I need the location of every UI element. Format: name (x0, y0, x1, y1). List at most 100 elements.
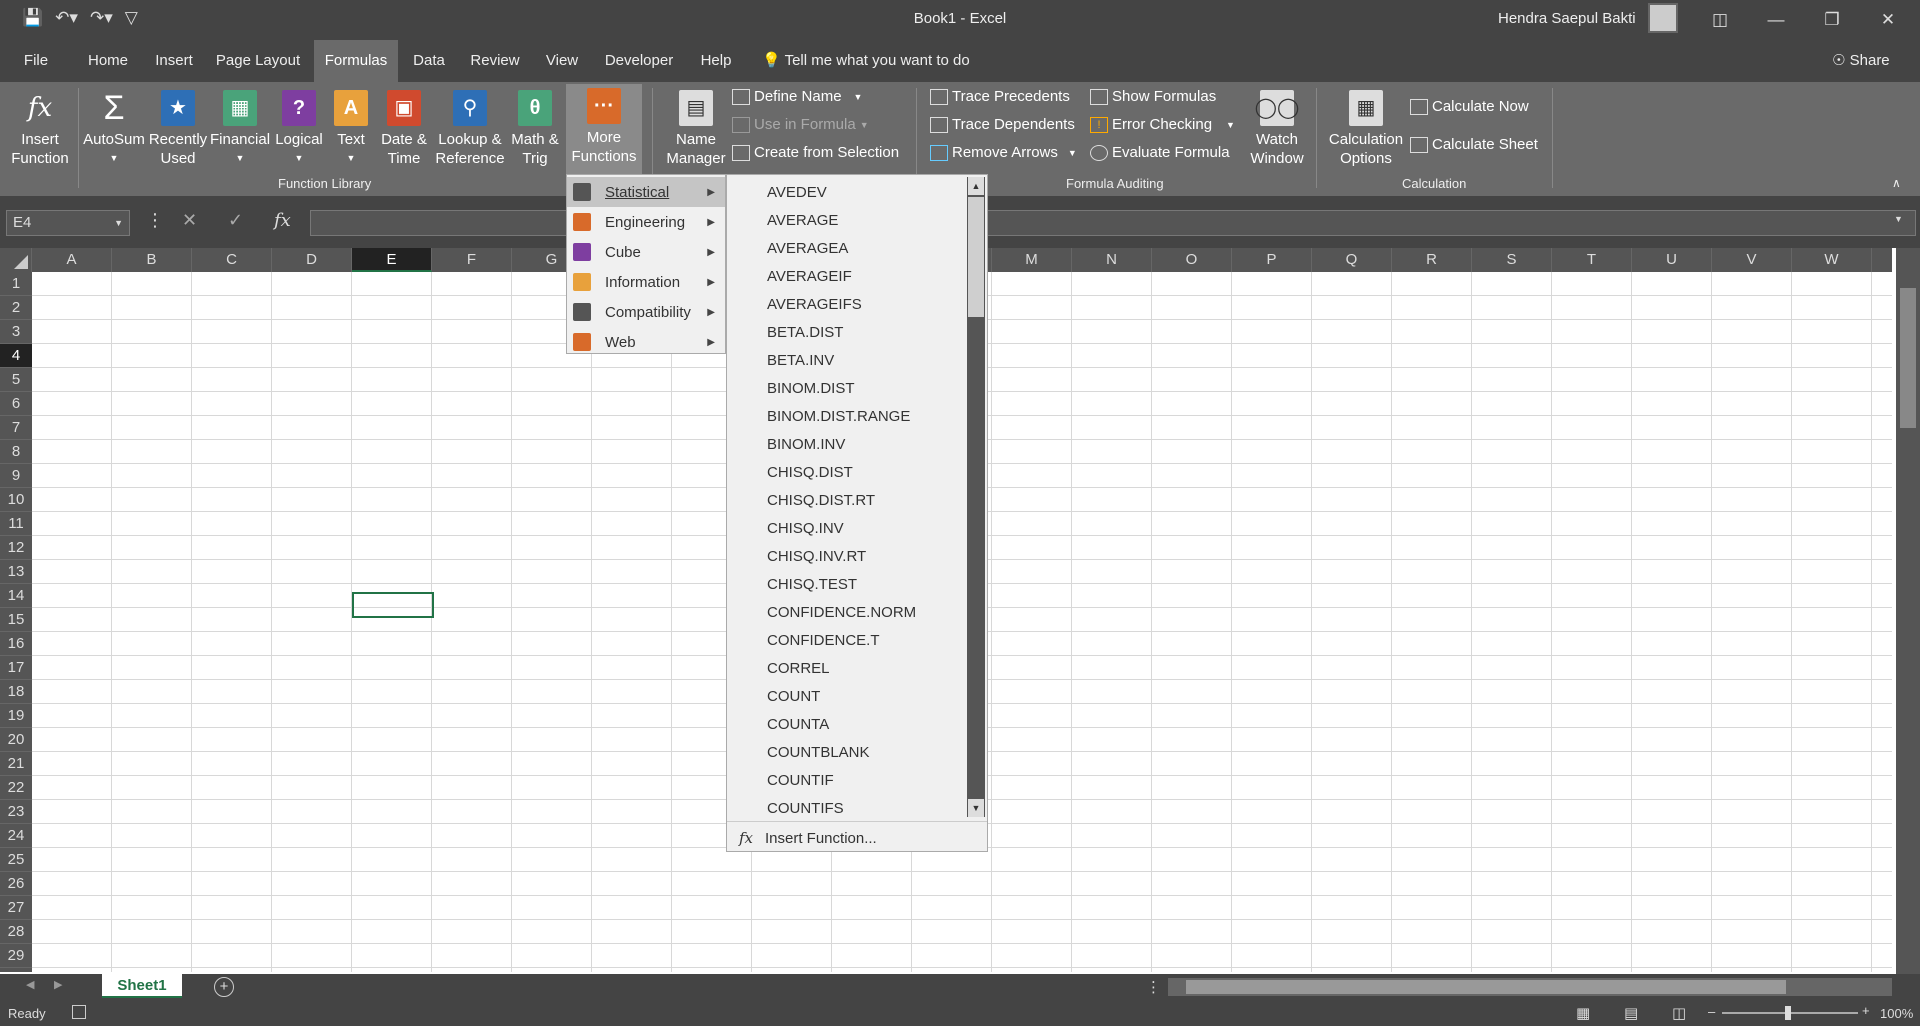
macro-record-icon[interactable] (72, 1005, 86, 1019)
scroll-left-icon[interactable]: ◀ (26, 978, 34, 991)
restore-icon[interactable]: ❐ (1812, 6, 1852, 34)
minimize-icon[interactable]: — (1756, 6, 1796, 34)
more-functions-button[interactable]: ··· More Functions (566, 84, 642, 176)
function-item[interactable]: COUNT (767, 683, 820, 711)
row-header[interactable]: 29 (0, 944, 32, 968)
row-header[interactable]: 15 (0, 608, 32, 632)
column-header[interactable]: U (1632, 248, 1712, 272)
row-header[interactable]: 25 (0, 848, 32, 872)
insert-function-menu-item[interactable]: fx Insert Function... (727, 827, 987, 849)
menu-item-cube[interactable]: Cube ▶ (567, 237, 725, 267)
function-item[interactable]: BETA.INV (767, 347, 834, 375)
expand-formula-bar-icon[interactable]: ▼ (1894, 214, 1903, 224)
column-header[interactable]: A (32, 248, 112, 272)
row-header[interactable]: 7 (0, 416, 32, 440)
function-item[interactable]: COUNTBLANK (767, 739, 870, 767)
row-header[interactable]: 18 (0, 680, 32, 704)
trace-precedents-button[interactable]: Trace Precedents (930, 88, 1070, 105)
selected-cell[interactable] (352, 592, 434, 618)
function-item[interactable]: BINOM.DIST.RANGE (767, 403, 910, 431)
horizontal-scrollbar[interactable] (1168, 978, 1892, 996)
financial-button[interactable]: ▦ Financial ▼ (210, 86, 270, 168)
create-from-selection-button[interactable]: Create from Selection (732, 144, 899, 161)
function-item[interactable]: CHISQ.TEST (767, 571, 857, 599)
name-box[interactable]: E4 ▼ (6, 210, 130, 236)
function-item[interactable]: COUNTIF (767, 767, 834, 795)
tab-help[interactable]: Help (694, 40, 738, 82)
column-header[interactable]: E (352, 248, 432, 272)
close-icon[interactable]: ✕ (1868, 6, 1908, 34)
row-header[interactable]: 28 (0, 920, 32, 944)
ribbon-display-icon[interactable]: ◫ (1700, 6, 1740, 34)
column-header[interactable]: D (272, 248, 352, 272)
function-item[interactable]: CHISQ.DIST (767, 459, 853, 487)
function-item[interactable]: AVERAGEA (767, 235, 848, 263)
menu-item-engineering[interactable]: Engineering ▶ (567, 207, 725, 237)
function-item[interactable]: COUNTIFS (767, 795, 844, 821)
tab-developer[interactable]: Developer (598, 40, 680, 82)
row-header[interactable]: 19 (0, 704, 32, 728)
page-layout-view-icon[interactable]: ▤ (1624, 1004, 1638, 1022)
tab-file[interactable]: File (14, 40, 58, 82)
logical-button[interactable]: ? Logical ▼ (272, 86, 326, 168)
calculation-options-button[interactable]: ▦ Calculation Options (1324, 86, 1408, 168)
zoom-level[interactable]: 100% (1880, 1006, 1913, 1021)
error-checking-button[interactable]: ! Error Checking ▼ (1090, 116, 1235, 133)
recently-used-button[interactable]: ★ Recently Used (148, 86, 208, 168)
row-header[interactable]: 3 (0, 320, 32, 344)
zoom-in-icon[interactable]: + (1862, 1003, 1870, 1018)
cancel-icon[interactable]: ✕ (182, 210, 197, 231)
zoom-slider-handle[interactable] (1785, 1006, 1791, 1020)
avatar[interactable] (1648, 3, 1678, 33)
function-item[interactable]: AVERAGE (767, 207, 838, 235)
fx-icon[interactable]: fx (274, 210, 291, 231)
function-item[interactable]: BINOM.DIST (767, 375, 855, 403)
function-item[interactable]: BETA.DIST (767, 319, 843, 347)
tab-split-handle-icon[interactable]: ⋮ (1146, 978, 1161, 996)
row-header[interactable]: 6 (0, 392, 32, 416)
scroll-right-icon[interactable]: ▶ (54, 978, 62, 991)
use-in-formula-button[interactable]: Use in Formula ▼ (732, 116, 869, 133)
sheet-tab[interactable]: Sheet1 (102, 974, 182, 998)
column-header[interactable]: T (1552, 248, 1632, 272)
column-header[interactable]: Q (1312, 248, 1392, 272)
row-header[interactable]: 2 (0, 296, 32, 320)
column-header[interactable]: S (1472, 248, 1552, 272)
menu-item-compatibility[interactable]: Compatibility ▶ (567, 297, 725, 327)
tab-page-layout[interactable]: Page Layout (214, 40, 302, 82)
show-formulas-button[interactable]: Show Formulas (1090, 88, 1216, 105)
collapse-ribbon-icon[interactable]: ∧ (1892, 176, 1901, 190)
column-header[interactable]: C (192, 248, 272, 272)
evaluate-formula-button[interactable]: Evaluate Formula (1090, 144, 1230, 161)
share-button[interactable]: ☉ Share (1832, 40, 1890, 82)
row-header[interactable]: 8 (0, 440, 32, 464)
tab-review[interactable]: Review (464, 40, 526, 82)
column-header[interactable]: M (992, 248, 1072, 272)
zoom-out-icon[interactable]: – (1708, 1004, 1715, 1019)
column-header[interactable]: N (1072, 248, 1152, 272)
function-item[interactable]: AVERAGEIF (767, 263, 852, 291)
formula-input[interactable] (310, 210, 1916, 236)
row-header[interactable]: 16 (0, 632, 32, 656)
function-item[interactable]: AVEDEV (767, 179, 827, 207)
tab-home[interactable]: Home (82, 40, 134, 82)
row-header[interactable]: 5 (0, 368, 32, 392)
scrollbar-thumb[interactable] (1900, 288, 1916, 428)
menu-item-web[interactable]: Web ▶ (567, 327, 725, 357)
function-item[interactable]: COUNTA (767, 711, 829, 739)
name-manager-button[interactable]: ▤ Name Manager (660, 86, 732, 168)
function-item[interactable]: BINOM.INV (767, 431, 845, 459)
lookup-reference-button[interactable]: ⚲ Lookup & Reference (434, 86, 506, 168)
normal-view-icon[interactable]: ▦ (1576, 1004, 1590, 1022)
vertical-scrollbar[interactable] (1896, 248, 1920, 974)
user-name[interactable]: Hendra Saepul Bakti (1498, 10, 1636, 27)
remove-arrows-button[interactable]: Remove Arrows ▼ (930, 144, 1077, 161)
calculate-sheet-button[interactable]: Calculate Sheet (1410, 136, 1538, 153)
row-header[interactable]: 17 (0, 656, 32, 680)
column-header[interactable]: F (432, 248, 512, 272)
tab-data[interactable]: Data (408, 40, 450, 82)
row-header[interactable]: 22 (0, 776, 32, 800)
submenu-scrollbar[interactable]: ▲ ▼ (967, 177, 985, 817)
scrollbar-thumb[interactable] (968, 197, 984, 317)
function-item[interactable]: AVERAGEIFS (767, 291, 862, 319)
